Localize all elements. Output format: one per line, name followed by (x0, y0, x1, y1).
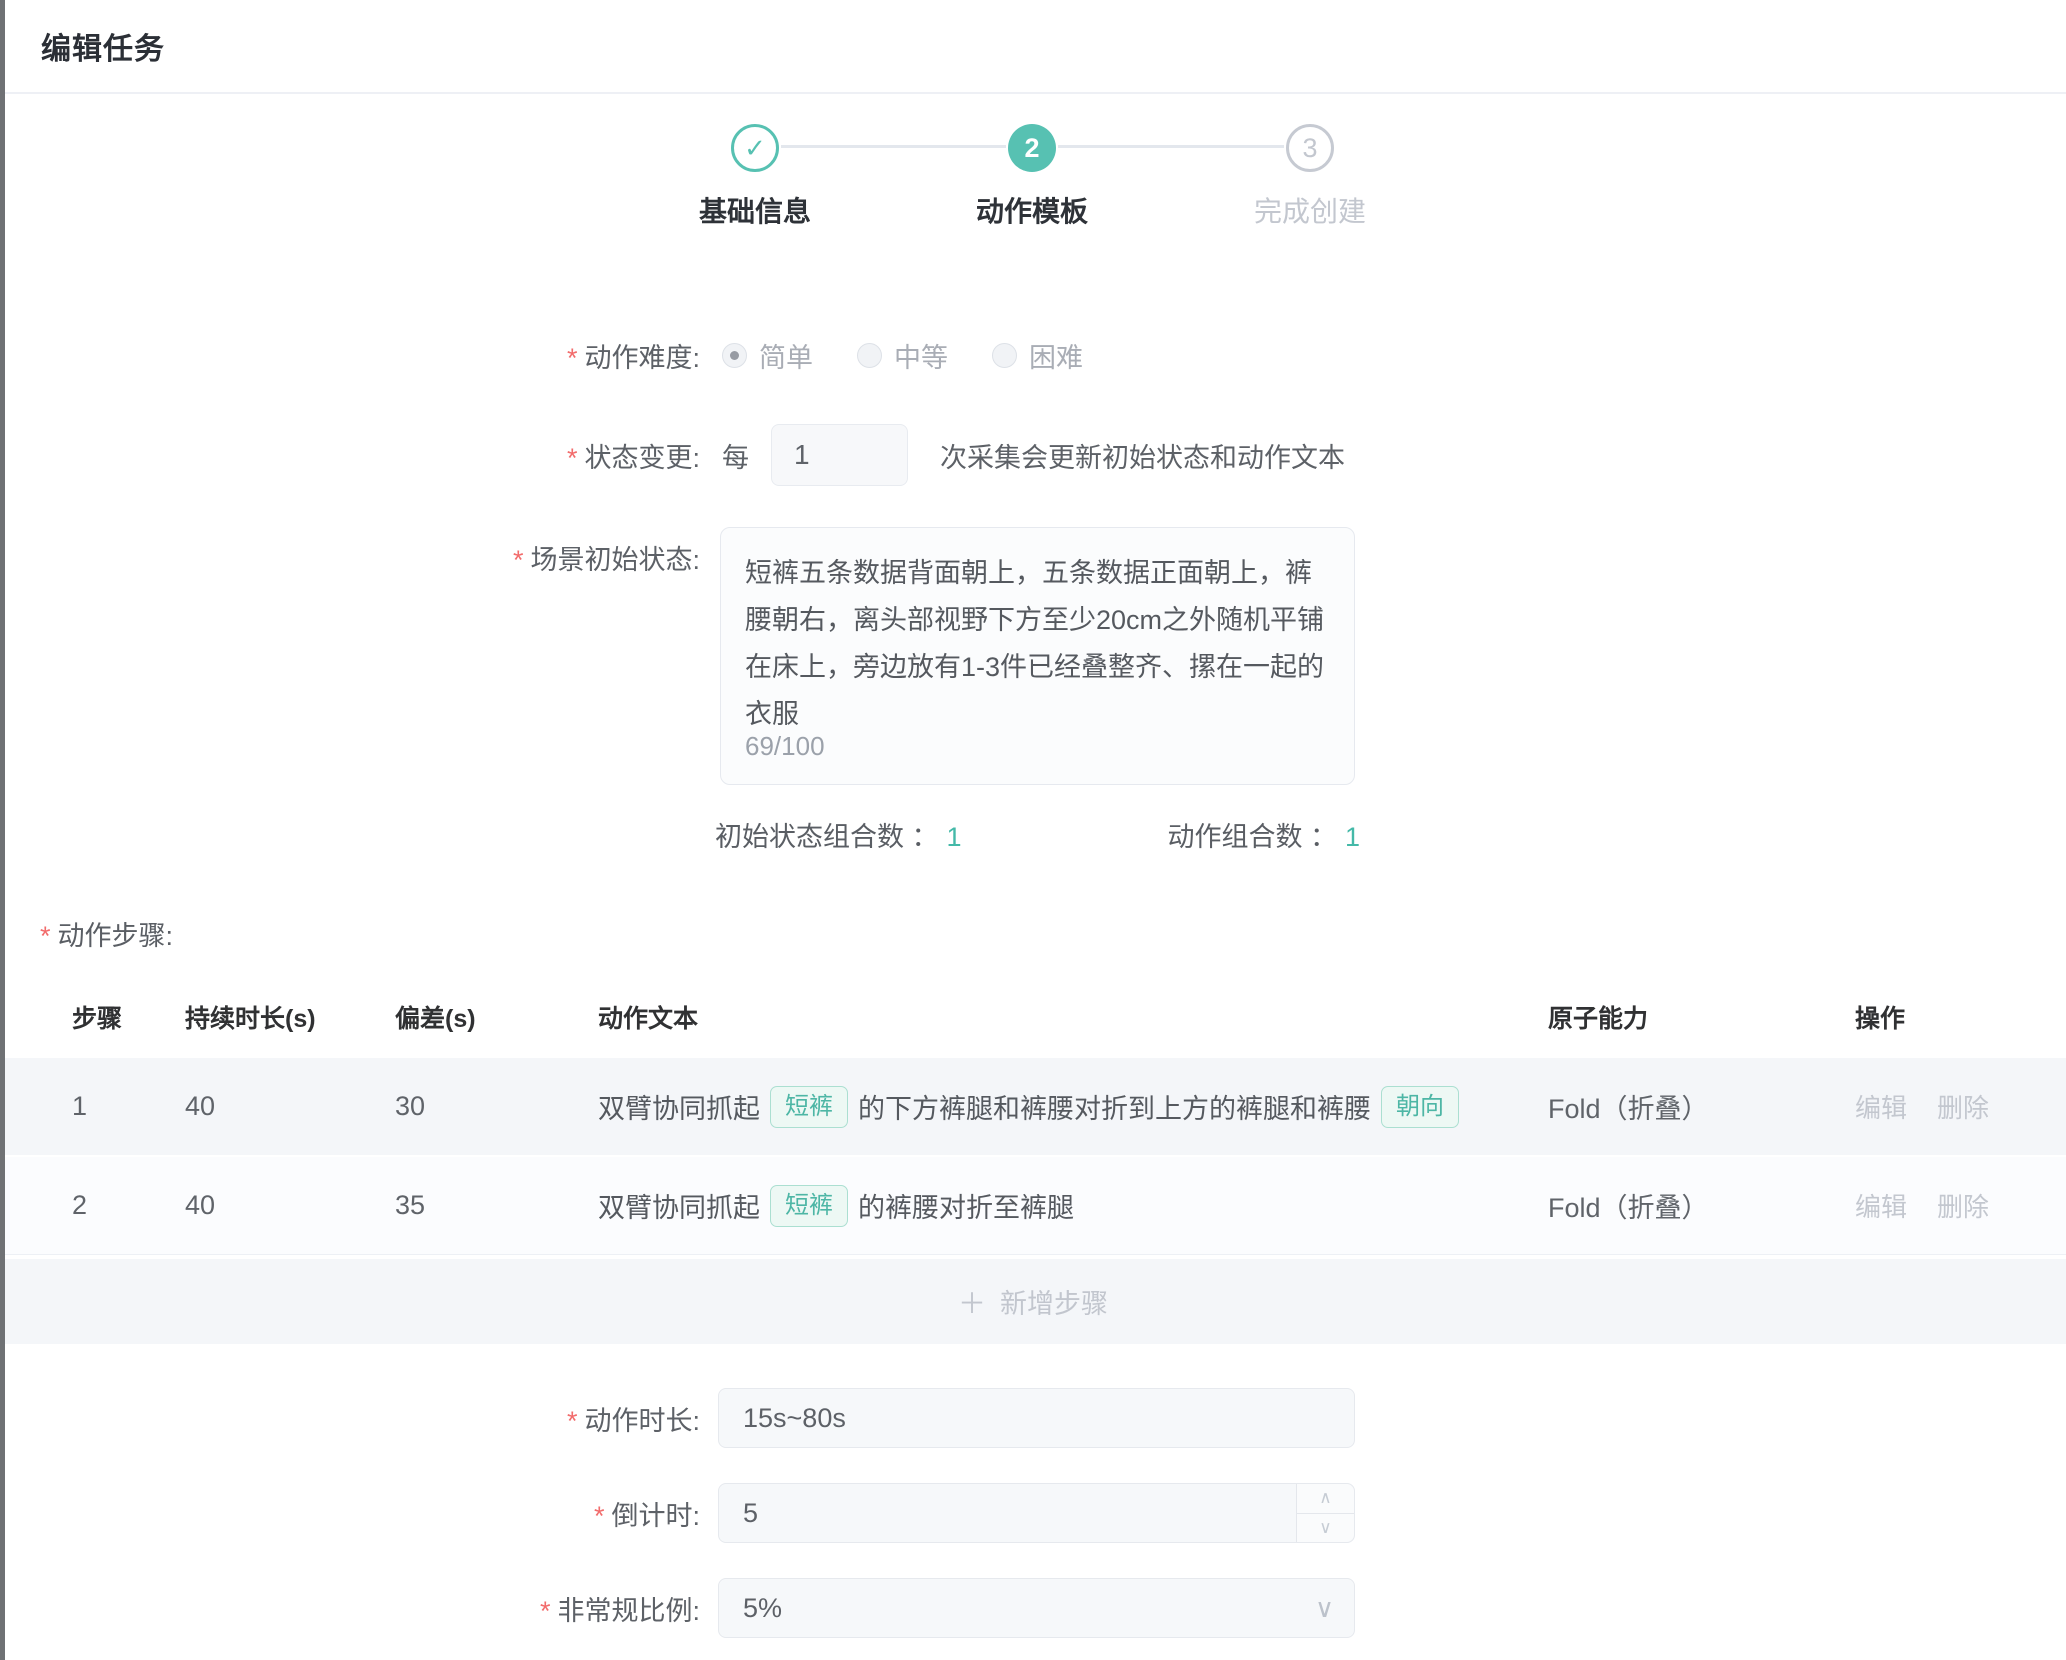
required-asterisk: * (540, 1596, 551, 1627)
step3-label: 完成创建 (1160, 190, 1460, 230)
difficulty-row: * 动作难度: 简单 中等 困难 (0, 330, 2066, 380)
action-steps-section-label: * 动作步骤: (40, 908, 173, 958)
delete-button[interactable]: 删除 (1937, 1088, 1989, 1125)
initial-combo-count: 初始状态组合数 ：1 (715, 815, 962, 854)
steps-table-body: 14030双臂协同抓起短裤的下方裤腿和裤腰对折到上方的裤腿和裤腰朝向Fold（折… (0, 1058, 2066, 1255)
state-change-prefix: 每 (722, 436, 749, 475)
plus-icon: ＋ (958, 1282, 986, 1322)
duration-row: * 动作时长: 15s~80s (0, 1388, 2066, 1448)
col-duration: 持续时长(s) (185, 999, 395, 1035)
edit-button[interactable]: 编辑 (1855, 1088, 1907, 1125)
radio-option-label: 困难 (1029, 336, 1083, 375)
radio-icon (722, 343, 747, 368)
countdown-label: * 倒计时: (0, 1494, 700, 1533)
step2-label: 动作模板 (882, 190, 1182, 230)
required-asterisk: * (594, 1501, 605, 1532)
radio-option-label: 简单 (759, 336, 813, 375)
cell-duration: 40 (185, 1190, 395, 1221)
cell-step: 2 (72, 1190, 185, 1221)
initial-state-textarea[interactable]: 短裤五条数据背面朝上，五条数据正面朝上，裤腰朝右，离头部视野下方至少20cm之外… (720, 527, 1355, 785)
cell-action-text: 双臂协同抓起短裤的裤腰对折至裤腿 (598, 1185, 1548, 1227)
required-asterisk: * (40, 921, 51, 952)
difficulty-label: * 动作难度: (0, 336, 700, 375)
countdown-input[interactable]: 5 ∧ ∨ (718, 1483, 1355, 1543)
edit-task-dialog: 编辑任务 ✕ ✓ 2 3 基础信息 动作模板 完成创建 * 动作难度: 简单中等… (0, 0, 2066, 1660)
step3-circle: 3 (1286, 124, 1334, 172)
duration-input[interactable]: 15s~80s (718, 1388, 1355, 1448)
duration-label: * 动作时长: (0, 1399, 700, 1438)
action-text-fragment: 双臂协同抓起 (598, 1087, 760, 1126)
radio-icon (992, 343, 1017, 368)
cell-duration: 40 (185, 1091, 395, 1122)
initial-state-label: * 场景初始状态: (0, 538, 700, 577)
action-combo-value: 1 (1345, 822, 1360, 852)
cell-action-text: 双臂协同抓起短裤的下方裤腿和裤腰对折到上方的裤腿和裤腰朝向 (598, 1086, 1548, 1128)
col-step: 步骤 (72, 999, 185, 1035)
required-asterisk: * (567, 443, 578, 474)
dialog-title: 编辑任务 (41, 24, 165, 68)
radio-icon (857, 343, 882, 368)
required-asterisk: * (567, 343, 578, 374)
steps-table-header: 步骤 持续时长(s) 偏差(s) 动作文本 原子能力 操作 (0, 975, 2066, 1058)
cell-operations: 编辑删除 (1855, 1088, 2036, 1125)
col-ability: 原子能力 (1548, 999, 1855, 1035)
col-action-text: 动作文本 (598, 999, 1548, 1035)
state-change-row: * 状态变更: 每 1 次采集会更新初始状态和动作文本 (0, 424, 2066, 486)
ratio-label: * 非常规比例: (0, 1589, 700, 1628)
action-text-fragment: 的下方裤腿和裤腰对折到上方的裤腿和裤腰 (858, 1087, 1371, 1126)
col-deviation: 偏差(s) (395, 999, 598, 1035)
col-operations: 操作 (1855, 999, 2036, 1035)
table-row: 14030双臂协同抓起短裤的下方裤腿和裤腰对折到上方的裤腿和裤腰朝向Fold（折… (0, 1058, 2066, 1155)
step2-circle: 2 (1008, 124, 1056, 172)
overlay-edge (0, 0, 5, 1660)
delete-button[interactable]: 删除 (1937, 1187, 1989, 1224)
radio-option-label: 中等 (894, 336, 948, 375)
state-change-suffix: 次采集会更新初始状态和动作文本 (940, 436, 1345, 475)
required-asterisk: * (567, 1406, 578, 1437)
radio-option[interactable]: 困难 (992, 336, 1083, 375)
entity-tag: 短裤 (770, 1185, 848, 1227)
radio-option[interactable]: 简单 (722, 336, 813, 375)
difficulty-radio-group: 简单 中等 困难 (722, 336, 1127, 375)
step-connector (1058, 145, 1284, 148)
step1-circle: ✓ (731, 124, 779, 172)
action-text-fragment: 双臂协同抓起 (598, 1186, 760, 1225)
state-change-input[interactable]: 1 (771, 424, 908, 486)
countdown-row: * 倒计时: 5 ∧ ∨ (0, 1483, 2066, 1543)
check-icon: ✓ (744, 133, 766, 164)
entity-tag: 短裤 (770, 1086, 848, 1128)
cell-ability: Fold（折叠） (1548, 1186, 1855, 1225)
cell-step: 1 (72, 1091, 185, 1122)
table-row: 24035双臂协同抓起短裤的裤腰对折至裤腿Fold（折叠）编辑删除 (0, 1157, 2066, 1255)
step1-label: 基础信息 (605, 190, 905, 230)
cell-operations: 编辑删除 (1855, 1187, 2036, 1224)
cell-deviation: 30 (395, 1091, 598, 1122)
step-connector (781, 145, 1006, 148)
entity-tag: 朝向 (1381, 1086, 1459, 1128)
initial-combo-value: 1 (947, 822, 962, 852)
cell-ability: Fold（折叠） (1548, 1087, 1855, 1126)
cell-deviation: 35 (395, 1190, 598, 1221)
action-combo-count: 动作组合数 ：1 (1167, 815, 1360, 854)
chevron-up-icon[interactable]: ∧ (1297, 1484, 1354, 1514)
chevron-down-icon[interactable]: ∨ (1297, 1514, 1354, 1543)
required-asterisk: * (513, 545, 524, 576)
char-counter: 69/100 (745, 723, 825, 770)
ratio-row: * 非常规比例: 5% ∨ (0, 1578, 2066, 1638)
ratio-select[interactable]: 5% ∨ (718, 1578, 1355, 1638)
action-text-fragment: 的裤腰对折至裤腿 (858, 1186, 1074, 1225)
chevron-down-icon: ∨ (1315, 1593, 1334, 1624)
combo-counts-row: 初始状态组合数 ：1 动作组合数 ：1 (715, 815, 1360, 854)
radio-option[interactable]: 中等 (857, 336, 948, 375)
add-step-button[interactable]: ＋ 新增步骤 (0, 1259, 2066, 1344)
edit-button[interactable]: 编辑 (1855, 1187, 1907, 1224)
number-spinner: ∧ ∨ (1296, 1484, 1354, 1542)
state-change-label: * 状态变更: (0, 436, 700, 475)
dialog-header: 编辑任务 (5, 0, 2066, 94)
